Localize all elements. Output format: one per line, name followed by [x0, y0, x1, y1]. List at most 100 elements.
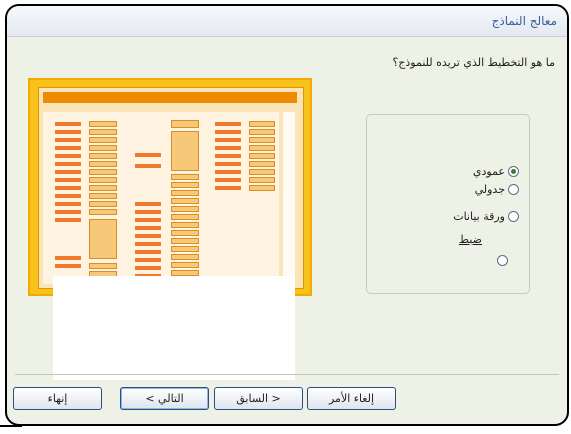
radio-justified[interactable] — [497, 255, 508, 266]
radio-columnar[interactable] — [508, 166, 519, 177]
layout-preview — [28, 78, 312, 296]
option-columnar[interactable]: عمودي — [473, 165, 519, 178]
preview-field — [171, 198, 199, 204]
preview-label — [215, 130, 241, 134]
radio-datasheet[interactable] — [508, 211, 519, 222]
option-tabular[interactable]: جدولي — [475, 183, 519, 196]
preview-header-bar — [43, 92, 297, 103]
preview-label — [135, 266, 161, 270]
preview-label — [55, 146, 81, 150]
preview-field — [171, 214, 199, 220]
preview-field — [171, 230, 199, 236]
preview-field — [171, 262, 199, 268]
preview-field — [89, 201, 117, 207]
preview-label — [55, 186, 81, 190]
preview-label — [55, 154, 81, 158]
preview-label — [55, 170, 81, 174]
button-divider — [15, 374, 559, 375]
preview-label — [55, 210, 81, 214]
preview-label — [55, 264, 81, 268]
preview-form — [38, 87, 304, 289]
preview-label — [55, 194, 81, 198]
preview-field — [171, 222, 199, 228]
preview-field — [89, 161, 117, 167]
preview-field — [249, 145, 275, 151]
window-title: معالج النماذج — [491, 14, 557, 28]
preview-field-large — [171, 131, 199, 171]
option-justified-label: ضبط — [458, 233, 482, 246]
preview-field — [249, 129, 275, 135]
preview-label — [215, 146, 241, 150]
preview-label — [215, 170, 241, 174]
preview-label — [135, 210, 161, 214]
preview-field — [89, 129, 117, 135]
preview-field — [171, 120, 199, 128]
preview-field — [249, 161, 275, 167]
preview-label — [55, 122, 81, 126]
preview-field — [171, 246, 199, 252]
preview-label — [135, 153, 161, 157]
preview-body — [43, 112, 279, 284]
preview-field — [171, 182, 199, 188]
preview-field — [89, 185, 117, 191]
preview-field — [89, 193, 117, 199]
form-wizard-window: معالج النماذج ما هو التخطيط الذي تريده ل… — [5, 4, 569, 426]
preview-field — [89, 263, 117, 269]
preview-label — [215, 154, 241, 158]
preview-field — [249, 177, 275, 183]
preview-label — [135, 250, 161, 254]
preview-side-strip — [283, 112, 295, 277]
preview-label — [215, 186, 241, 190]
preview-field — [89, 121, 117, 127]
preview-field — [171, 254, 199, 260]
preview-field — [89, 209, 117, 215]
preview-field — [171, 206, 199, 212]
preview-label — [55, 138, 81, 142]
title-bar: معالج النماذج — [7, 6, 567, 37]
preview-field — [171, 238, 199, 244]
preview-label — [135, 202, 161, 206]
cancel-button[interactable]: إلغاء الأمر — [307, 387, 396, 410]
preview-label — [215, 122, 241, 126]
preview-field — [249, 137, 275, 143]
layout-question: ما هو التخطيط الذي تريده للنموذج؟ — [392, 56, 555, 69]
preview-field-large — [89, 219, 117, 259]
preview-label — [135, 226, 161, 230]
preview-label — [55, 178, 81, 182]
preview-label — [135, 234, 161, 238]
preview-field — [249, 169, 275, 175]
preview-label — [55, 162, 81, 166]
edge-mark — [0, 425, 22, 427]
radio-tabular[interactable] — [508, 184, 519, 195]
preview-field — [89, 145, 117, 151]
option-columnar-label: عمودي — [472, 165, 505, 178]
preview-label — [135, 218, 161, 222]
layout-options-group: عمودي جدولي ورقة بيانات ضبط — [366, 114, 530, 294]
option-tabular-label: جدولي — [474, 183, 505, 196]
preview-field — [249, 153, 275, 159]
preview-label — [135, 242, 161, 246]
back-button[interactable]: < السابق — [214, 387, 303, 410]
preview-label — [55, 130, 81, 134]
option-datasheet-label: ورقة بيانات — [453, 210, 505, 223]
preview-field — [89, 153, 117, 159]
option-datasheet[interactable]: ورقة بيانات — [453, 210, 519, 223]
finish-button[interactable]: إنهاء — [13, 387, 102, 410]
preview-label — [55, 202, 81, 206]
preview-blank-area — [53, 276, 295, 380]
preview-label — [135, 164, 161, 168]
preview-label — [215, 178, 241, 182]
preview-label — [55, 256, 81, 260]
preview-field — [89, 169, 117, 175]
next-button[interactable]: التالي > — [120, 387, 209, 410]
preview-field — [249, 121, 275, 127]
preview-field — [171, 190, 199, 196]
preview-label — [135, 258, 161, 262]
preview-label — [215, 138, 241, 142]
preview-field — [171, 174, 199, 180]
preview-field — [249, 185, 275, 191]
preview-field — [89, 137, 117, 143]
preview-label — [55, 218, 81, 222]
preview-field — [89, 177, 117, 183]
preview-label — [215, 162, 241, 166]
